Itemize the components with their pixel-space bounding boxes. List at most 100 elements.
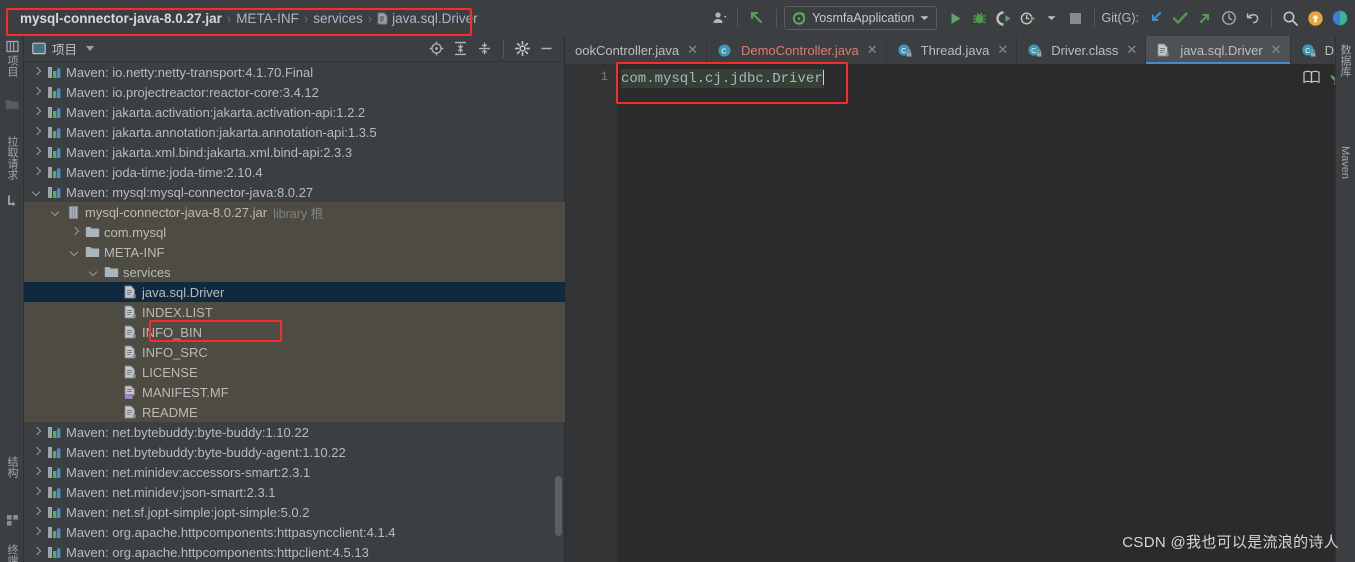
chevron-right-icon[interactable]	[32, 427, 43, 438]
editor-tab[interactable]: java.sql.Driver ✕	[1146, 36, 1291, 64]
push-icon[interactable]	[1194, 6, 1216, 30]
scroll-from-source-icon[interactable]	[429, 41, 444, 56]
tree-row[interactable]: Maven: net.bytebuddy:byte-buddy:1.10.22	[24, 422, 565, 442]
tree-row[interactable]: Maven: net.minidev:accessors-smart:2.3.1	[24, 462, 565, 482]
tree-row[interactable]: Maven: joda-time:joda-time:2.10.4	[24, 162, 565, 182]
editor-code-area[interactable]: 1 com.mysql.cj.jdbc.Driver	[565, 62, 1355, 562]
project-tree[interactable]: Maven: io.netty:netty-transport:4.1.70.F…	[24, 62, 565, 562]
editor-tabs[interactable]: ookController.java ✕ C DemoController.java ✕…	[565, 36, 1355, 64]
close-icon[interactable]: ✕	[1126, 42, 1137, 58]
class-locked-icon: C	[1301, 43, 1316, 58]
collapse-all-icon[interactable]	[477, 41, 492, 56]
chevron-right-icon[interactable]	[32, 147, 43, 158]
tree-row[interactable]: README	[24, 402, 565, 422]
chevron-right-icon[interactable]	[32, 87, 43, 98]
undo-icon[interactable]	[1242, 6, 1264, 30]
tree-row[interactable]: Maven: jakarta.annotation:jakarta.annota…	[24, 122, 565, 142]
project-tree-scrollbar[interactable]	[555, 476, 562, 536]
tree-row[interactable]: Maven: org.apache.httpcomponents:httpcli…	[24, 542, 565, 562]
editor-tab[interactable]: C DemoController.java ✕	[707, 36, 887, 64]
ide-icon[interactable]	[1329, 6, 1351, 30]
tool-window-structure-button[interactable]: 结构	[0, 456, 24, 478]
tree-row[interactable]: MF MANIFEST.MF	[24, 382, 565, 402]
settings-gear-icon[interactable]	[515, 41, 530, 56]
tool-window-pull-requests-button[interactable]: 拉取请求	[0, 136, 24, 180]
reader-mode-icon[interactable]	[1303, 70, 1320, 84]
chevron-right-icon[interactable]	[32, 547, 43, 558]
run-with-coverage-icon[interactable]	[993, 6, 1015, 30]
tree-row-label: com.mysql	[104, 224, 167, 240]
search-icon[interactable]	[1279, 6, 1302, 30]
chevron-right-icon[interactable]	[32, 127, 43, 138]
tree-row[interactable]: INFO_SRC	[24, 342, 565, 362]
tree-row[interactable]: mysql-connector-java-8.0.27.jar library 根	[24, 202, 565, 222]
tool-window-project-button[interactable]: 项目	[0, 40, 24, 77]
tree-row[interactable]: com.mysql	[24, 222, 565, 242]
tree-row[interactable]: Maven: net.sf.jopt-simple:jopt-simple:5.…	[24, 502, 565, 522]
history-icon[interactable]	[1218, 6, 1240, 30]
chevron-right-icon[interactable]	[32, 527, 43, 538]
tree-row[interactable]: Maven: io.netty:netty-transport:4.1.70.F…	[24, 62, 565, 82]
tree-row[interactable]: Maven: net.bytebuddy:byte-buddy-agent:1.…	[24, 442, 565, 462]
chevron-down-icon[interactable]	[1041, 6, 1063, 30]
tree-row[interactable]: Maven: jakarta.xml.bind:jakarta.xml.bind…	[24, 142, 565, 162]
chevron-down-icon[interactable]	[86, 46, 95, 51]
profiler-icon[interactable]	[1017, 6, 1039, 30]
tree-row[interactable]: Maven: io.projectreactor:reactor-core:3.…	[24, 82, 565, 102]
svg-text:C: C	[1305, 47, 1310, 54]
chevron-right-icon[interactable]	[32, 447, 43, 458]
chevron-down-icon[interactable]	[70, 247, 81, 258]
notification-icon[interactable]	[1304, 6, 1327, 30]
close-icon[interactable]: ✕	[687, 42, 698, 58]
chevron-right-icon[interactable]	[32, 67, 43, 78]
tool-window-terminal-button[interactable]: 终端	[0, 544, 24, 562]
chevron-right-icon[interactable]	[32, 487, 43, 498]
chevron-right-icon[interactable]	[70, 227, 81, 238]
hide-panel-icon[interactable]	[539, 41, 554, 56]
breadcrumb-item-metainf[interactable]: META-INF	[236, 11, 299, 26]
chevron-down-icon[interactable]	[89, 267, 100, 278]
editor-tab[interactable]: C Thread.java ✕	[887, 36, 1018, 64]
chevron-down-icon[interactable]	[32, 187, 43, 198]
tool-window-maven-button[interactable]: Maven	[1339, 146, 1351, 182]
run-configuration-selector[interactable]: YosmfaApplication	[784, 6, 937, 30]
chevron-right-icon[interactable]	[32, 167, 43, 178]
breadcrumb-item-file[interactable]: java.sql.Driver	[377, 11, 478, 26]
close-icon[interactable]: ✕	[1271, 42, 1282, 58]
close-icon[interactable]: ✕	[997, 42, 1008, 58]
tool-window-commit-button[interactable]	[0, 194, 24, 207]
toolbar-divider	[1271, 9, 1272, 27]
debug-icon[interactable]	[969, 6, 991, 30]
tree-row[interactable]: services	[24, 262, 565, 282]
tool-window-folder-button[interactable]	[0, 98, 24, 110]
editor-tab[interactable]: ookController.java ✕	[565, 36, 707, 64]
user-icon[interactable]	[708, 6, 730, 30]
tree-row-label: Maven: jakarta.activation:jakarta.activa…	[66, 104, 366, 120]
chevron-down-icon[interactable]	[51, 207, 62, 218]
arrow-up-left-icon[interactable]	[745, 6, 769, 30]
chevron-right-icon[interactable]	[32, 467, 43, 478]
chevron-right-icon[interactable]	[32, 507, 43, 518]
close-icon[interactable]: ✕	[867, 42, 878, 58]
update-project-icon[interactable]	[1145, 6, 1167, 30]
tool-window-favorites-button[interactable]	[0, 514, 24, 527]
run-icon[interactable]	[945, 6, 967, 30]
breadcrumb-item-jar[interactable]: mysql-connector-java-8.0.27.jar	[20, 11, 222, 26]
tree-row[interactable]: Maven: net.minidev:json-smart:2.3.1	[24, 482, 565, 502]
tree-row[interactable]: INDEX.LIST	[24, 302, 565, 322]
tree-row[interactable]: Maven: jakarta.activation:jakarta.activa…	[24, 102, 565, 122]
tree-row[interactable]: java.sql.Driver	[24, 282, 565, 302]
expand-all-icon[interactable]	[453, 41, 468, 56]
project-panel-title: 项目	[52, 43, 78, 57]
tree-row[interactable]: Maven: mysql:mysql-connector-java:8.0.27	[24, 182, 565, 202]
commit-icon[interactable]	[1169, 6, 1192, 30]
tree-row[interactable]: INFO_BIN	[24, 322, 565, 342]
tool-window-database-button[interactable]: 数据库	[1339, 44, 1351, 80]
breadcrumb[interactable]: mysql-connector-java-8.0.27.jar › META-I…	[14, 5, 484, 31]
editor-tab[interactable]: C Driver.class ✕	[1017, 36, 1147, 64]
tree-row[interactable]: META-INF	[24, 242, 565, 262]
tree-row[interactable]: LICENSE	[24, 362, 565, 382]
chevron-right-icon[interactable]	[32, 107, 43, 118]
tree-row[interactable]: Maven: org.apache.httpcomponents:httpasy…	[24, 522, 565, 542]
breadcrumb-item-services[interactable]: services	[313, 11, 363, 26]
